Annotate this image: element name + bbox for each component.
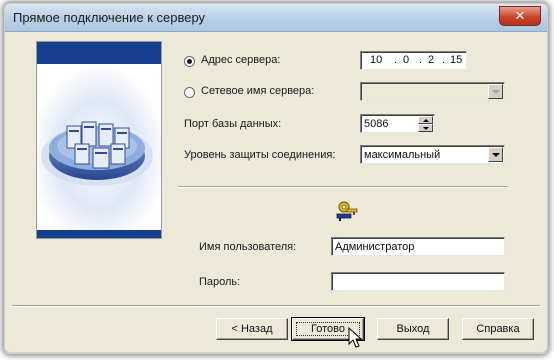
exit-button-label: Выход bbox=[396, 323, 430, 335]
username-label: Имя пользователя: bbox=[199, 241, 297, 253]
password-label: Пароль: bbox=[199, 276, 241, 288]
server-address-radio[interactable] bbox=[184, 56, 195, 67]
dialog-window: Прямое подключение к серверу ✕ Адрес сер… bbox=[5, 4, 547, 352]
username-input[interactable]: Администратор bbox=[331, 237, 505, 256]
security-level-select[interactable]: максимальный bbox=[360, 145, 505, 164]
db-port-label: Порт базы данных: bbox=[184, 118, 282, 130]
finish-button-label: Готово bbox=[311, 323, 345, 335]
ip-dot: . bbox=[442, 54, 446, 66]
back-button[interactable]: < Назад bbox=[216, 318, 288, 340]
database-servers-illustration bbox=[37, 64, 161, 230]
banner-panel bbox=[36, 41, 162, 239]
spin-down-button[interactable] bbox=[418, 124, 433, 132]
db-port-value: 5086 bbox=[364, 118, 389, 130]
keys-icon bbox=[336, 201, 358, 221]
ip-octet-4: 15 bbox=[450, 54, 463, 66]
banner-top-bar bbox=[37, 42, 161, 64]
server-name-label[interactable]: Сетевое имя сервера: bbox=[201, 85, 314, 97]
banner-bottom-bar bbox=[37, 230, 161, 238]
security-level-dropdown-button[interactable] bbox=[488, 147, 503, 162]
chevron-down-icon bbox=[491, 152, 500, 157]
exit-button[interactable]: Выход bbox=[377, 318, 449, 340]
close-icon: ✕ bbox=[514, 8, 526, 23]
ip-octet-3: 2 bbox=[428, 54, 435, 66]
chevron-down-icon bbox=[491, 89, 500, 94]
db-port-spinner[interactable]: 5086 bbox=[360, 114, 435, 133]
security-level-label: Уровень защиты соединения: bbox=[184, 149, 336, 161]
server-address-label[interactable]: Адрес сервера: bbox=[201, 54, 280, 66]
ip-octet-1: 10 bbox=[370, 54, 383, 66]
window-title: Прямое подключение к серверу bbox=[13, 10, 206, 25]
ip-address-field[interactable]: 10 . 0 . 2 . 15 bbox=[360, 51, 467, 70]
server-name-dropdown-button[interactable] bbox=[488, 84, 503, 99]
ip-dot: . bbox=[394, 54, 398, 66]
mouse-cursor-icon bbox=[348, 327, 362, 348]
ip-octet-2: 0 bbox=[403, 54, 410, 66]
close-button[interactable]: ✕ bbox=[499, 6, 541, 26]
ip-dot: . bbox=[419, 54, 423, 66]
back-button-label: < Назад bbox=[231, 323, 273, 335]
dialog-content: Адрес сервера: 10 . 0 . 2 . 15 Сетевое и… bbox=[10, 32, 542, 348]
server-name-radio[interactable] bbox=[184, 87, 195, 98]
password-input[interactable] bbox=[331, 272, 505, 291]
help-button[interactable]: Справка bbox=[462, 318, 534, 340]
title-bar[interactable]: Прямое подключение к серверу ✕ bbox=[5, 4, 547, 32]
button-separator bbox=[12, 305, 540, 307]
db-port-spin-buttons bbox=[418, 116, 433, 132]
security-level-value: максимальный bbox=[364, 149, 441, 161]
chevron-up-icon bbox=[422, 118, 429, 122]
help-button-label: Справка bbox=[476, 323, 520, 335]
chevron-down-icon bbox=[422, 126, 429, 130]
separator bbox=[178, 186, 508, 188]
server-name-combobox[interactable] bbox=[360, 82, 505, 101]
spin-up-button[interactable] bbox=[418, 116, 433, 124]
username-value: Администратор bbox=[335, 241, 415, 253]
